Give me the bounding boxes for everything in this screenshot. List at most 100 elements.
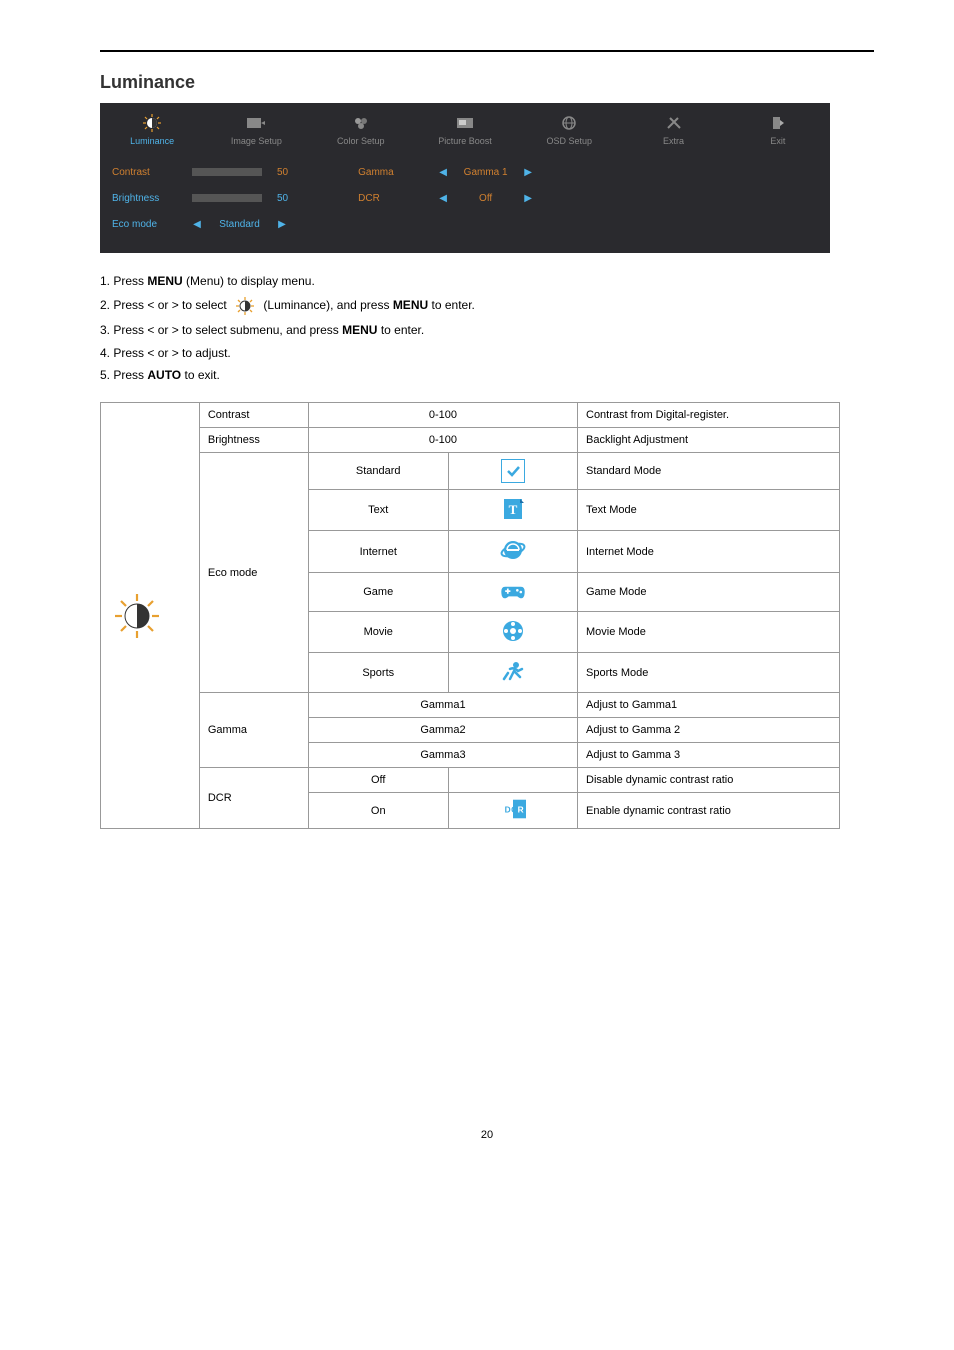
- instructions: 1. Press MENU (Menu) to display menu. 2.…: [100, 273, 874, 384]
- setting-option: Gamma3: [308, 743, 577, 768]
- osd-tab-label: Exit: [770, 136, 785, 146]
- osd-row-dcr[interactable]: DCR ◀ Off ▶: [358, 189, 533, 207]
- setting-desc: Disable dynamic contrast ratio: [578, 768, 840, 793]
- setting-label: Contrast: [199, 403, 308, 428]
- image-setup-icon: [244, 113, 268, 133]
- option-icon-cell: [448, 573, 577, 612]
- osd-value: 50: [277, 167, 288, 178]
- osd-tab-label: Color Setup: [337, 136, 385, 146]
- sports-icon: [500, 659, 526, 685]
- osd-tab-label: Picture Boost: [438, 136, 492, 146]
- right-arrow-icon: ▶: [277, 219, 287, 230]
- setting-desc: Adjust to Gamma1: [578, 693, 840, 718]
- step2-mid: (Luminance), and press: [263, 298, 392, 312]
- option-icon-cell: DCR: [448, 793, 577, 829]
- osd-tab-image-setup[interactable]: Image Setup: [204, 103, 308, 155]
- menu-word: MENU: [342, 323, 377, 337]
- osd-tab-luminance[interactable]: Luminance: [100, 103, 204, 155]
- option-icon-cell: [448, 612, 577, 653]
- exit-icon: [766, 113, 790, 133]
- page-number: 20: [100, 1129, 874, 1141]
- setting-label: Eco mode: [199, 453, 308, 693]
- osd-tab-picture-boost[interactable]: Picture Boost: [413, 103, 517, 155]
- option-icon-cell: T: [448, 490, 577, 531]
- osd-value: Standard: [212, 219, 267, 230]
- osd-row-contrast[interactable]: Contrast 50: [112, 163, 288, 181]
- setting-desc: Enable dynamic contrast ratio: [578, 793, 840, 829]
- sun-contrast-icon: [140, 113, 164, 133]
- osd-row-brightness[interactable]: Brightness 50: [112, 189, 288, 207]
- option-icon-cell: [448, 453, 577, 490]
- setting-desc: Text Mode: [578, 490, 840, 531]
- setting-option: Game: [308, 573, 448, 612]
- setting-option: 0-100: [308, 403, 577, 428]
- left-arrow-icon: ◀: [438, 193, 448, 204]
- svg-text:R: R: [517, 805, 523, 815]
- step2-end: to enter.: [432, 298, 475, 312]
- osd-label: Gamma: [358, 167, 428, 178]
- gamepad-icon: [500, 579, 526, 605]
- svg-text:T: T: [508, 502, 517, 517]
- option-icon-cell: [448, 768, 577, 793]
- check-icon: [501, 459, 525, 483]
- osd-tab-label: Image Setup: [231, 136, 282, 146]
- step2-pre: 2. Press < or > to select: [100, 298, 230, 312]
- option-icon-cell: [448, 531, 577, 573]
- menu-word: MENU: [393, 298, 428, 312]
- table-row: Gamma Gamma1 Adjust to Gamma1: [101, 693, 840, 718]
- setting-label: Brightness: [199, 428, 308, 453]
- right-arrow-icon: ▶: [523, 167, 533, 178]
- setting-option: Text: [308, 490, 448, 531]
- movie-icon: [500, 618, 526, 644]
- svg-text:C: C: [511, 805, 517, 815]
- osd-value: Gamma 1: [458, 167, 513, 178]
- menu-word: MENU: [147, 274, 182, 288]
- osd-tab-exit[interactable]: Exit: [726, 103, 830, 155]
- sun-contrast-icon: [233, 296, 257, 316]
- osd-tab-extra[interactable]: Extra: [621, 103, 725, 155]
- setting-desc: Sports Mode: [578, 653, 840, 693]
- osd-slider: [192, 194, 262, 202]
- osd-label: DCR: [358, 193, 428, 204]
- osd-tab-label: Extra: [663, 136, 684, 146]
- category-icon-cell: [101, 403, 200, 829]
- table-row: Brightness 0-100 Backlight Adjustment: [101, 428, 840, 453]
- right-arrow-icon: ▶: [523, 193, 533, 204]
- picture-boost-icon: [453, 113, 477, 133]
- setting-desc: Backlight Adjustment: [578, 428, 840, 453]
- osd-tab-color-setup[interactable]: Color Setup: [309, 103, 413, 155]
- osd-value: 50: [277, 193, 288, 204]
- step5-pre: 5. Press: [100, 368, 147, 382]
- osd-tab-osd-setup[interactable]: OSD Setup: [517, 103, 621, 155]
- setting-option: Internet: [308, 531, 448, 573]
- step5-end: to exit.: [184, 368, 219, 382]
- setting-desc: Game Mode: [578, 573, 840, 612]
- sun-contrast-icon: [109, 592, 191, 640]
- osd-tab-label: Luminance: [130, 136, 174, 146]
- osd-label: Contrast: [112, 167, 182, 178]
- dcr-icon: DCR: [500, 799, 526, 819]
- setting-option: Movie: [308, 612, 448, 653]
- table-row: Contrast 0-100 Contrast from Digital-reg…: [101, 403, 840, 428]
- globe-icon: [557, 113, 581, 133]
- setting-desc: Movie Mode: [578, 612, 840, 653]
- osd-label: Brightness: [112, 193, 182, 204]
- setting-label: DCR: [199, 768, 308, 829]
- setting-option: Gamma1: [308, 693, 577, 718]
- step4: 4. Press < or > to adjust.: [100, 345, 874, 362]
- setting-desc: Standard Mode: [578, 453, 840, 490]
- setting-desc: Contrast from Digital-register.: [578, 403, 840, 428]
- setting-desc: Internet Mode: [578, 531, 840, 573]
- setting-option: 0-100: [308, 428, 577, 453]
- setting-label: Gamma: [199, 693, 308, 768]
- option-icon-cell: [448, 653, 577, 693]
- osd-row-ecomode[interactable]: Eco mode ◀ Standard ▶: [112, 215, 288, 233]
- text-icon: T: [500, 496, 526, 522]
- left-arrow-icon: ◀: [438, 167, 448, 178]
- setting-option: Sports: [308, 653, 448, 693]
- osd-slider: [192, 168, 262, 176]
- settings-table: Contrast 0-100 Contrast from Digital-reg…: [100, 402, 840, 829]
- osd-row-gamma[interactable]: Gamma ◀ Gamma 1 ▶: [358, 163, 533, 181]
- step3-pre: 3. Press < or > to select submenu, and p…: [100, 323, 342, 337]
- color-dots-icon: [349, 113, 373, 133]
